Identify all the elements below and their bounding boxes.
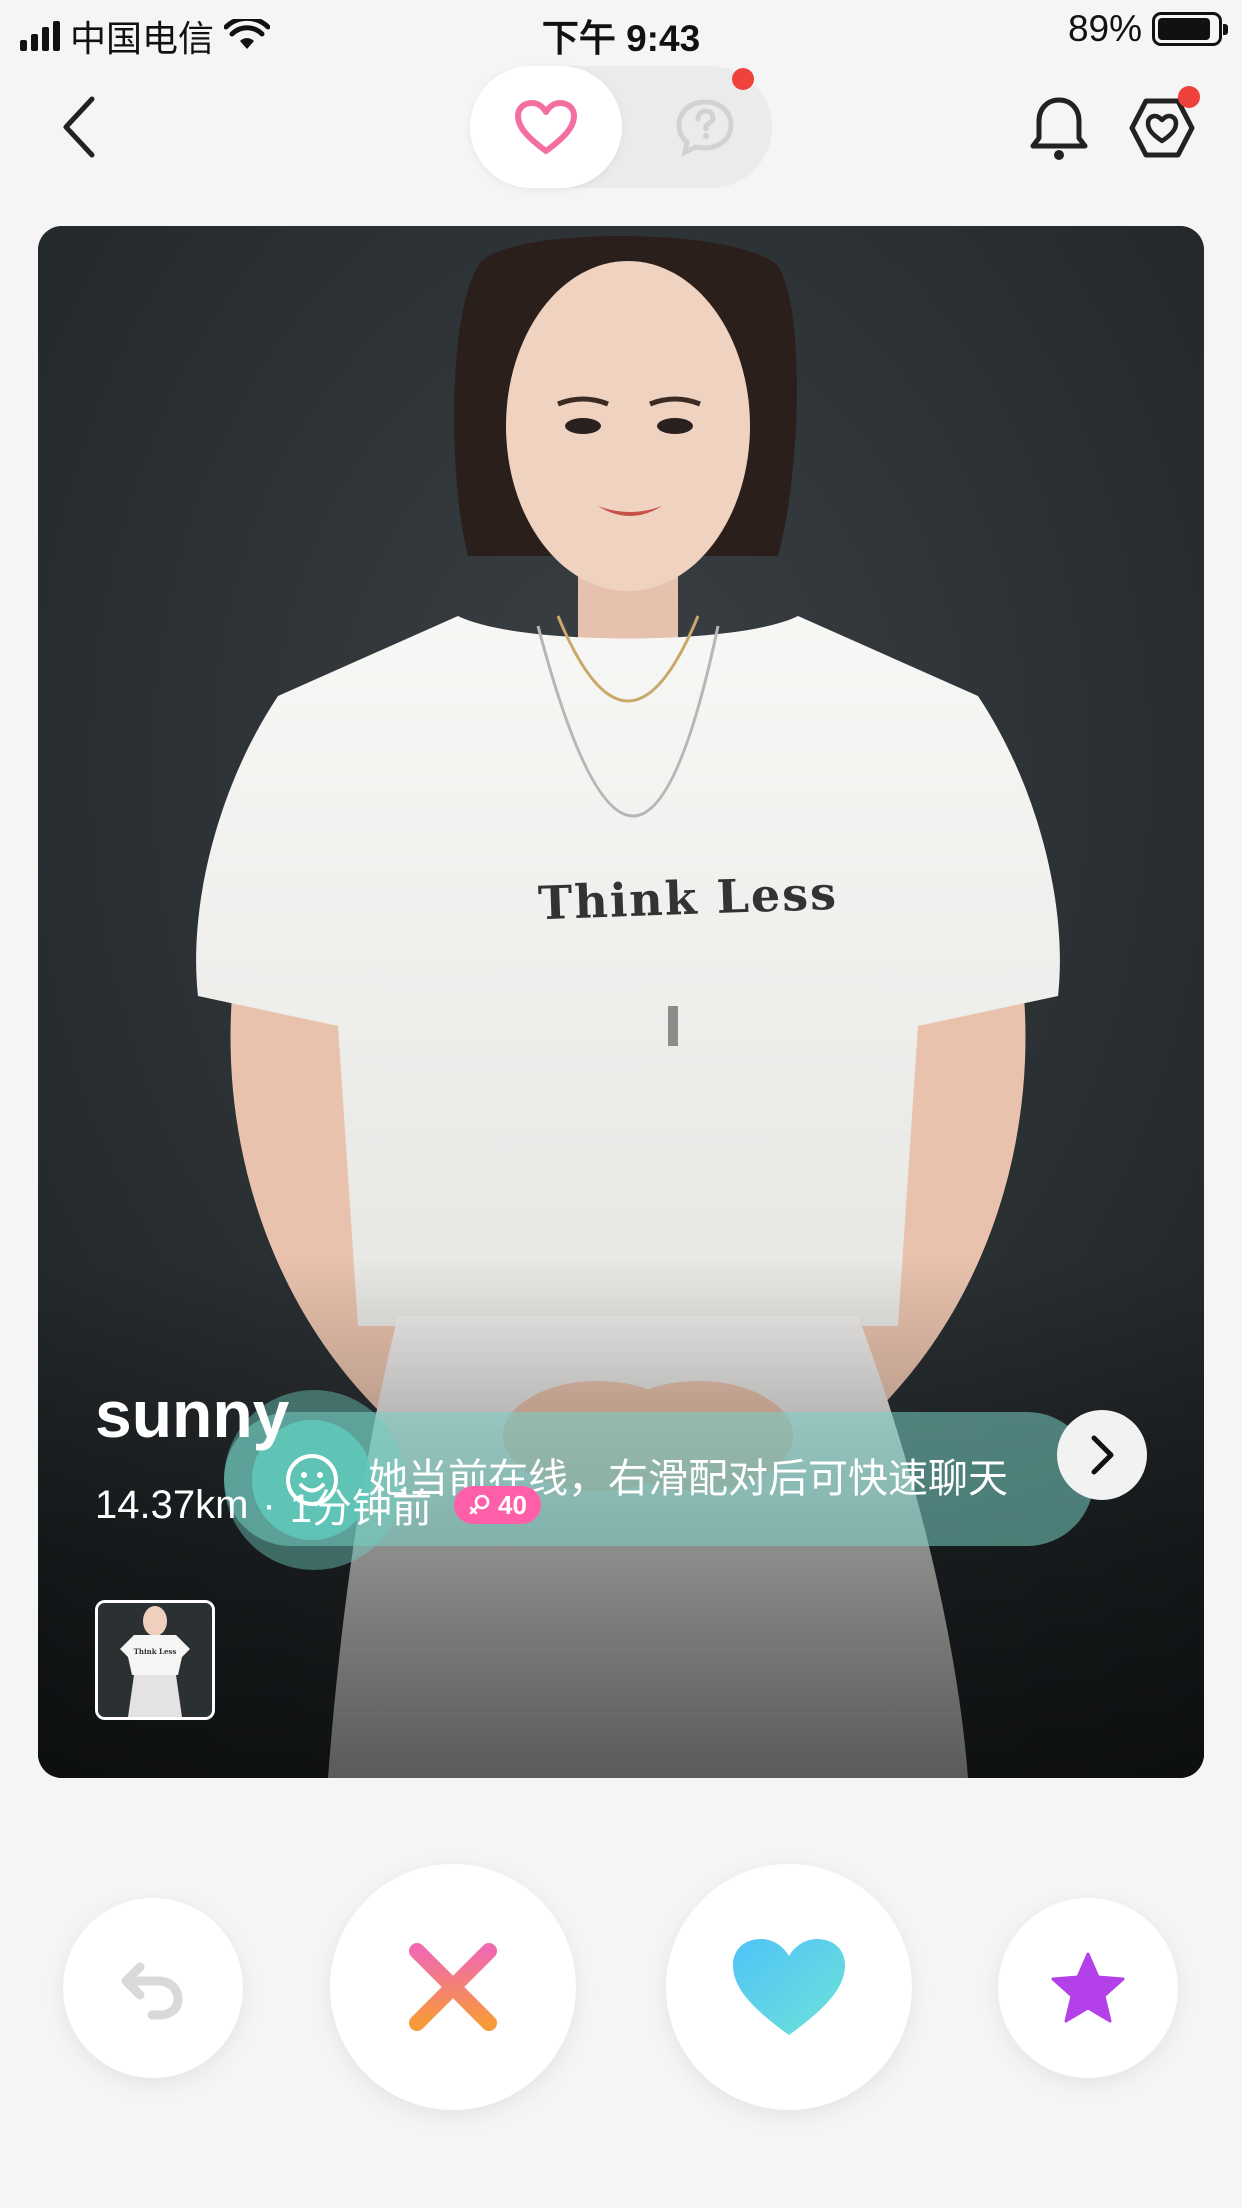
chevron-right-icon [1091, 1435, 1114, 1475]
like-button[interactable] [666, 1864, 912, 2110]
question-bubble-icon [676, 99, 734, 156]
heart-icon [733, 1939, 845, 2035]
thumbnail-shirt-text: Think Less [133, 1647, 177, 1656]
photo-thumbnail[interactable]: Think Less [95, 1600, 215, 1720]
back-button[interactable] [50, 92, 110, 162]
badge-value: 40 [498, 1489, 527, 1520]
female-icon [469, 1494, 490, 1515]
star-icon [1051, 1952, 1125, 2023]
distance-label: 14.37km [95, 1482, 249, 1527]
meta-separator: · [262, 1482, 276, 1527]
close-icon [409, 1943, 497, 2031]
undo-icon [121, 1962, 183, 2020]
bell-icon [1030, 97, 1088, 160]
status-bar: 中国电信 下午 9:43 89% [0, 0, 1242, 62]
status-time: 下午 9:43 [541, 18, 701, 59]
match-list-badge [1178, 86, 1200, 108]
thumbnail-image [98, 1603, 212, 1717]
dislike-button[interactable] [330, 1864, 576, 2110]
mode-switch [470, 66, 772, 188]
notifications-button[interactable] [1023, 90, 1095, 166]
profile-name: sunny [95, 1377, 290, 1451]
status-right: 89% [1067, 8, 1228, 50]
top-nav [0, 62, 1242, 192]
tab-match[interactable] [470, 66, 622, 188]
profile-meta: 14.37km · 1分钟前 40 [95, 1476, 541, 1534]
match-list-button[interactable] [1126, 86, 1200, 166]
profile-detail-button[interactable] [1057, 1410, 1147, 1500]
battery-percent: 89% [1067, 8, 1142, 49]
gender-age-badge: 40 [454, 1486, 541, 1524]
undo-button[interactable] [63, 1898, 243, 2078]
chevron-left-icon [63, 96, 95, 158]
superlike-button[interactable] [998, 1898, 1178, 2078]
last-active-label: 1分钟前 [289, 1487, 432, 1531]
heart-icon [515, 100, 577, 154]
battery-icon [1152, 12, 1228, 46]
profile-card[interactable]: Think Less 她当前在线，右滑配对后可快速聊天 sunny 14.37k… [38, 226, 1204, 1778]
question-badge [732, 68, 754, 90]
